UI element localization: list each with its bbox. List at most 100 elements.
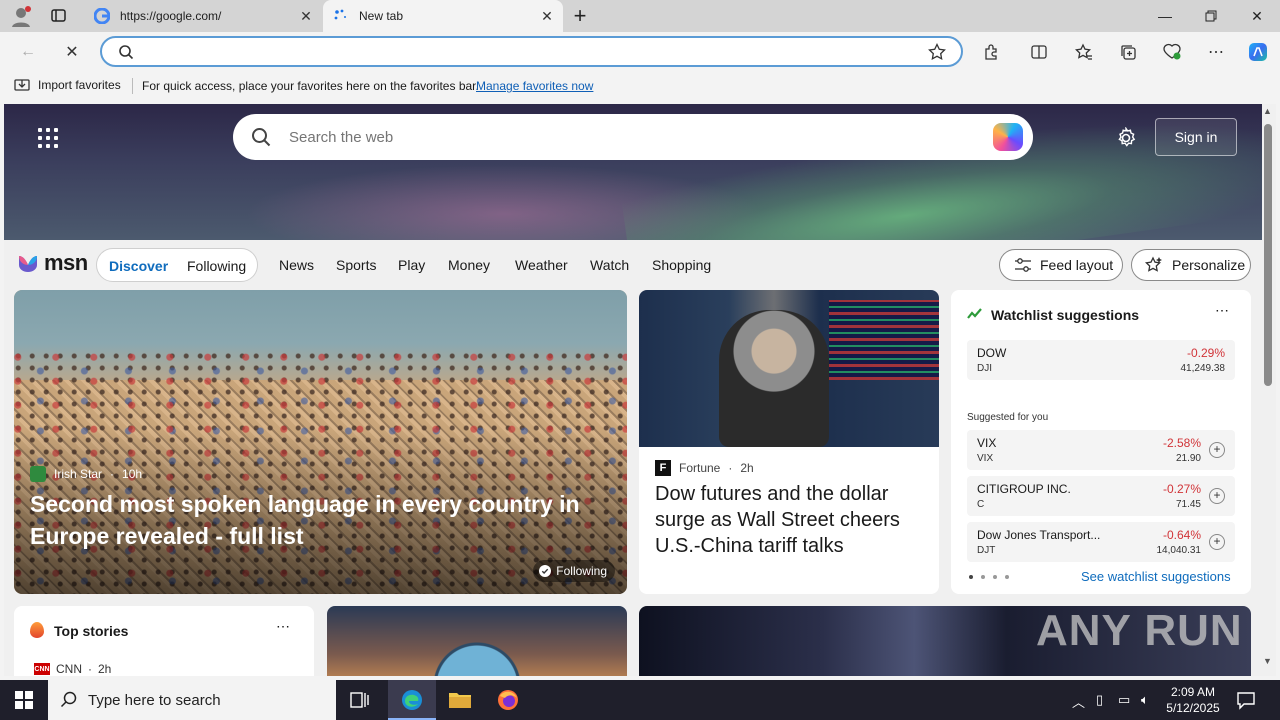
profile-avatar[interactable] <box>10 6 32 28</box>
address-bar[interactable] <box>100 36 963 67</box>
nav-news[interactable]: News <box>279 257 314 273</box>
settings-gear-icon[interactable] <box>1114 126 1138 150</box>
collections-icon[interactable] <box>1112 36 1144 68</box>
main-story-card[interactable]: Irish Star · 10h Second most spoken lang… <box>14 290 627 594</box>
edge-icon <box>402 690 422 710</box>
show-hidden-icons[interactable]: ︿ <box>1072 692 1085 711</box>
favorites-icon[interactable] <box>1068 36 1100 68</box>
scrollbar-thumb[interactable] <box>1264 124 1272 386</box>
globe-story-card[interactable] <box>327 606 627 676</box>
msn-new-tab-page: Sign in msn Discover Following News Spor… <box>4 104 1262 676</box>
fortune-logo: F <box>655 460 671 476</box>
stock-symbol: DJT <box>977 545 996 556</box>
add-to-watchlist-icon[interactable]: + <box>1209 534 1225 550</box>
new-tab-button[interactable]: + <box>568 3 592 28</box>
edge-taskbar-button[interactable] <box>388 680 436 720</box>
web-search-box[interactable] <box>233 114 1033 160</box>
nav-weather[interactable]: Weather <box>515 257 568 273</box>
network-icon[interactable]: ▭ <box>1118 692 1130 708</box>
feed-toggle: Discover Following <box>96 248 258 282</box>
tab-close-icon[interactable]: ✕ <box>535 8 559 25</box>
scroll-up-arrow-icon[interactable]: ▲ <box>1263 106 1272 116</box>
split-screen-icon[interactable] <box>1023 36 1055 68</box>
story-headline[interactable]: Second most spoken language in every cou… <box>30 488 610 552</box>
favorite-star-icon[interactable] <box>928 43 946 61</box>
start-button[interactable] <box>0 680 48 720</box>
favorites-message: For quick access, place your favorites h… <box>142 79 479 93</box>
task-view-button[interactable] <box>336 680 384 720</box>
copilot-search-icon[interactable] <box>993 123 1023 151</box>
more-menu-icon[interactable]: ⋯ <box>1200 36 1232 68</box>
apps-launcher-icon[interactable] <box>38 128 58 148</box>
taskbar-clock[interactable]: 2:09 AM 5/12/2025 <box>1160 684 1226 716</box>
flame-icon <box>30 622 44 638</box>
page-scrollbar[interactable]: ▲ ▼ <box>1262 104 1276 676</box>
restore-button[interactable] <box>1188 0 1234 32</box>
watchlist-row-dow[interactable]: DOW DJI -0.29% 41,249.38 <box>967 340 1235 380</box>
personalize-button[interactable]: Personalize <box>1131 249 1251 281</box>
manage-favorites-link[interactable]: Manage favorites now <box>476 79 593 93</box>
address-input[interactable] <box>142 43 922 61</box>
nav-money[interactable]: Money <box>448 257 490 273</box>
tab-close-icon[interactable]: ✕ <box>294 8 318 25</box>
story-headline[interactable]: Dow futures and the dollar surge as Wall… <box>655 481 927 559</box>
import-favorites-button[interactable]: Import favorites <box>14 78 121 92</box>
fortune-story-card[interactable]: F Fortune · 2h Dow futures and the dolla… <box>639 290 939 594</box>
copilot-icon[interactable] <box>1242 36 1274 68</box>
watchlist-row-djt[interactable]: Dow Jones Transport... DJT -0.64% 14,040… <box>967 522 1235 562</box>
nav-shopping[interactable]: Shopping <box>652 257 711 273</box>
browser-essentials-icon[interactable] <box>1156 36 1188 68</box>
separator-dot: · <box>110 467 115 481</box>
stock-price: 14,040.31 <box>1156 545 1202 556</box>
feed-layout-label: Feed layout <box>1040 257 1114 273</box>
nav-sports[interactable]: Sports <box>336 257 376 273</box>
windows-taskbar: Type here to search ︿ ▯ ▭ 🔈︎ 2:09 AM 5/1… <box>0 680 1280 720</box>
feed-layout-button[interactable]: Feed layout <box>999 249 1123 281</box>
story-age: 2h <box>98 662 112 676</box>
tab-actions-icon[interactable] <box>50 8 68 24</box>
stop-loading-button[interactable]: ✕ <box>56 36 88 68</box>
sign-in-button[interactable]: Sign in <box>1155 118 1237 156</box>
nav-watch[interactable]: Watch <box>590 257 629 273</box>
more-options-icon[interactable]: ⋯ <box>276 618 291 635</box>
file-explorer-button[interactable] <box>436 680 484 720</box>
stock-symbol: DJI <box>977 363 992 374</box>
extensions-icon[interactable] <box>975 36 1007 68</box>
firefox-button[interactable] <box>484 680 532 720</box>
add-to-watchlist-icon[interactable]: + <box>1209 442 1225 458</box>
watchlist-row-citigroup[interactable]: CITIGROUP INC. C -0.27% 71.45 + <box>967 476 1235 516</box>
msn-logo[interactable]: msn <box>16 250 88 276</box>
following-label: Following <box>556 564 607 578</box>
see-watchlist-link[interactable]: See watchlist suggestions <box>1081 569 1231 584</box>
stock-change: -0.29% <box>1186 346 1225 360</box>
minimize-button[interactable]: ― <box>1142 0 1188 32</box>
tab-strip: https://google.com/ ✕ New tab ✕ + ― ✕ <box>0 0 1280 32</box>
top-stories-title: Top stories <box>54 623 129 639</box>
tab-google[interactable]: https://google.com/ ✕ <box>84 0 322 32</box>
volume-icon[interactable]: 🔈︎ <box>1141 692 1149 708</box>
battery-icon[interactable]: ▯ <box>1096 692 1103 708</box>
tab-new-tab[interactable]: New tab ✕ <box>323 0 563 32</box>
tab-title: https://google.com/ <box>120 9 222 23</box>
browser-toolbar: ← ✕ ⋯ <box>0 32 1280 72</box>
scroll-down-arrow-icon[interactable]: ▼ <box>1263 656 1272 666</box>
notifications-icon[interactable] <box>1236 690 1256 710</box>
close-window-button[interactable]: ✕ <box>1234 0 1280 32</box>
personalize-label: Personalize <box>1172 257 1246 273</box>
tab-following[interactable]: Following <box>187 258 246 274</box>
sliders-icon <box>1015 258 1031 272</box>
web-search-input[interactable] <box>289 127 969 147</box>
pagination-dots[interactable] <box>969 575 1009 579</box>
source-name: Fortune <box>679 461 721 475</box>
more-options-icon[interactable]: ⋯ <box>1215 302 1230 319</box>
tab-discover[interactable]: Discover <box>109 258 168 274</box>
taskbar-search[interactable]: Type here to search <box>48 680 336 720</box>
watchlist-row-vix[interactable]: VIX VIX -2.58% 21.90 + <box>967 430 1235 470</box>
back-button[interactable]: ← <box>12 36 44 68</box>
personalize-icon <box>1144 256 1162 272</box>
following-badge[interactable]: Following <box>533 560 615 582</box>
story-source: CNN CNN · 2h <box>34 662 111 676</box>
add-to-watchlist-icon[interactable]: + <box>1209 488 1225 504</box>
stock-change: -0.64% <box>1162 528 1201 542</box>
nav-play[interactable]: Play <box>398 257 425 273</box>
